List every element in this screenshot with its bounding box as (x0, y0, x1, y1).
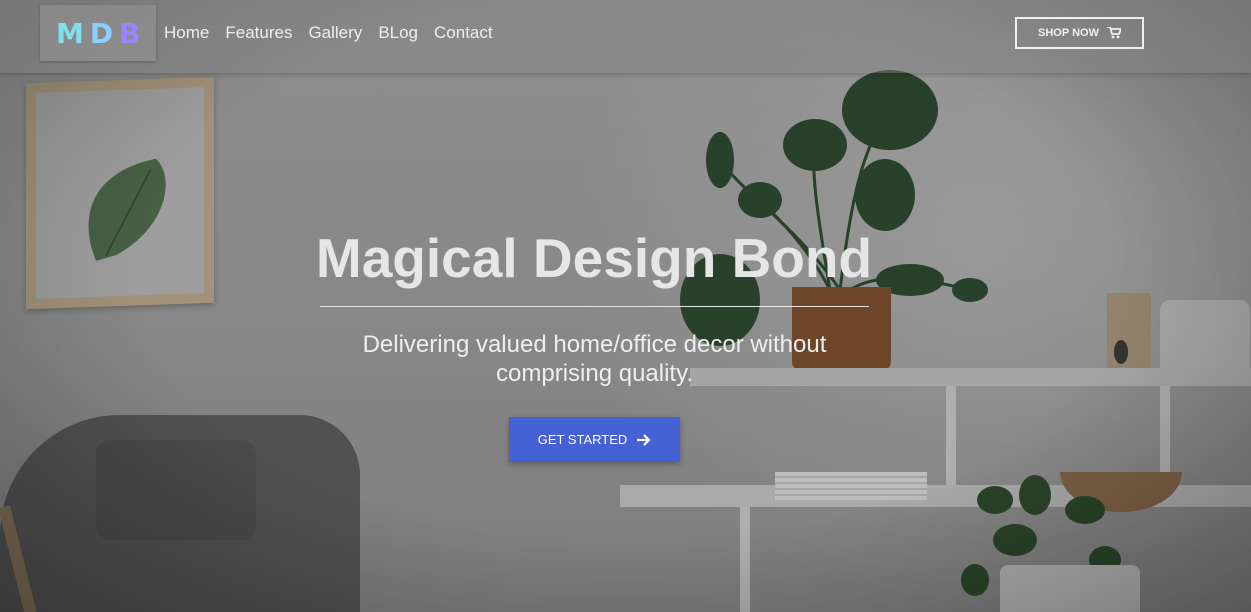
logo-text: MDB (56, 17, 146, 50)
nav-menu: Home Features Gallery BLog Contact (164, 23, 493, 43)
cart-icon (1106, 27, 1121, 39)
nav-link-blog[interactable]: BLog (378, 23, 418, 43)
get-started-button[interactable]: GET STARTED (509, 417, 680, 462)
hero-divider (320, 306, 869, 307)
nav-link-gallery[interactable]: Gallery (308, 23, 362, 43)
hero-subtitle: Delivering valued home/office decor with… (362, 331, 827, 387)
arrow-right-icon (637, 433, 651, 446)
logo-letter-b: B (119, 17, 147, 50)
hero-title: Magical Design Bond (315, 227, 873, 289)
get-started-label: GET STARTED (537, 432, 628, 447)
navbar: MDB Home Features Gallery BLog Contact S… (0, 0, 1251, 73)
logo-letter-m: M (56, 17, 90, 50)
shop-now-button[interactable]: SHOP NOW (1015, 17, 1144, 49)
nav-link-home[interactable]: Home (164, 23, 209, 43)
nav-link-contact[interactable]: Contact (434, 23, 493, 43)
shop-now-label: SHOP NOW (1038, 27, 1099, 39)
brand-logo[interactable]: MDB (40, 5, 156, 61)
logo-letter-d: D (89, 17, 120, 50)
nav-link-features[interactable]: Features (225, 23, 292, 43)
